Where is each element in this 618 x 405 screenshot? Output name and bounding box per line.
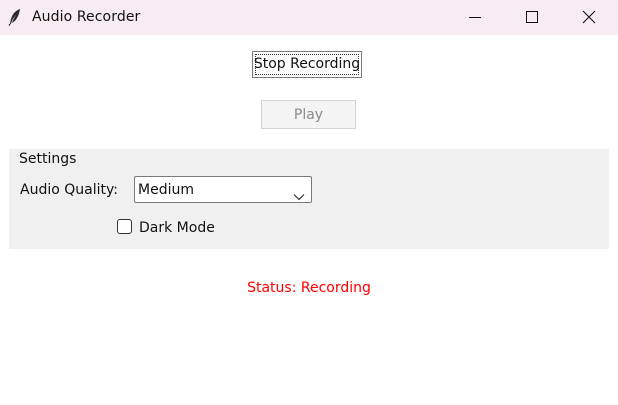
- audio-quality-label: Audio Quality:: [20, 182, 118, 198]
- app-window: Audio Recorder Stop Recording Play Setti…: [0, 0, 618, 405]
- audio-quality-value: Medium: [138, 182, 194, 198]
- audio-quality-select[interactable]: Medium: [134, 176, 312, 203]
- stop-recording-label: Stop Recording: [253, 56, 361, 72]
- chevron-down-icon[interactable]: [293, 186, 305, 205]
- status-text: Status: Recording: [247, 280, 371, 296]
- dark-mode-checkbox[interactable]: [117, 219, 132, 234]
- settings-group: Settings Audio Quality: Medium Dark Mode: [9, 149, 609, 249]
- play-button[interactable]: Play: [261, 100, 356, 129]
- settings-heading: Settings: [19, 151, 77, 167]
- stop-recording-button[interactable]: Stop Recording: [252, 51, 362, 78]
- minimize-icon: [469, 17, 481, 18]
- feather-icon: [8, 8, 22, 26]
- play-label: Play: [293, 107, 324, 123]
- minimize-button[interactable]: [452, 0, 498, 35]
- title-bar[interactable]: Audio Recorder: [0, 0, 618, 35]
- close-icon: [582, 10, 596, 24]
- dark-mode-label[interactable]: Dark Mode: [139, 219, 215, 237]
- maximize-button[interactable]: [509, 0, 555, 35]
- window-title: Audio Recorder: [32, 9, 141, 25]
- maximize-icon: [526, 11, 538, 23]
- close-button[interactable]: [566, 0, 612, 35]
